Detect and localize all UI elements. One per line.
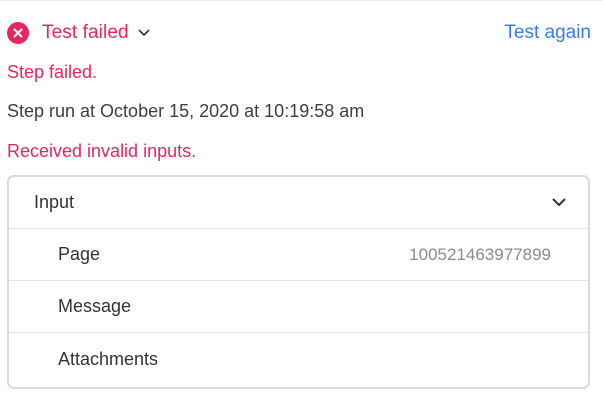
input-row-page: Page 100521463977899 — [9, 229, 588, 281]
input-panel-title: Input — [34, 192, 75, 212]
input-row-label: Attachments — [58, 348, 159, 369]
input-row-label: Page — [58, 244, 101, 264]
input-row-label: Message — [58, 296, 132, 316]
top-divider — [0, 0, 603, 1]
input-panel-header[interactable]: Input — [9, 177, 588, 229]
step-run-timestamp: Step run at October 15, 2020 at 10:19:58… — [7, 101, 365, 121]
input-panel: Input Page 100521463977899 Message Attac… — [7, 175, 590, 389]
chevron-down-icon[interactable] — [138, 29, 150, 37]
test-status-header: Test failed Test again — [7, 20, 591, 46]
input-row-message: Message — [9, 281, 588, 333]
input-row-value: 100521463977899 — [409, 244, 551, 264]
chevron-down-icon[interactable] — [552, 198, 566, 207]
input-row-attachments: Attachments — [9, 333, 588, 385]
test-status-title[interactable]: Test failed — [42, 22, 129, 44]
step-failed-message: Step failed. — [7, 62, 98, 82]
error-detail-message: Received invalid inputs. — [7, 141, 197, 161]
test-again-link[interactable]: Test again — [504, 22, 591, 44]
close-circle-icon — [7, 22, 29, 44]
